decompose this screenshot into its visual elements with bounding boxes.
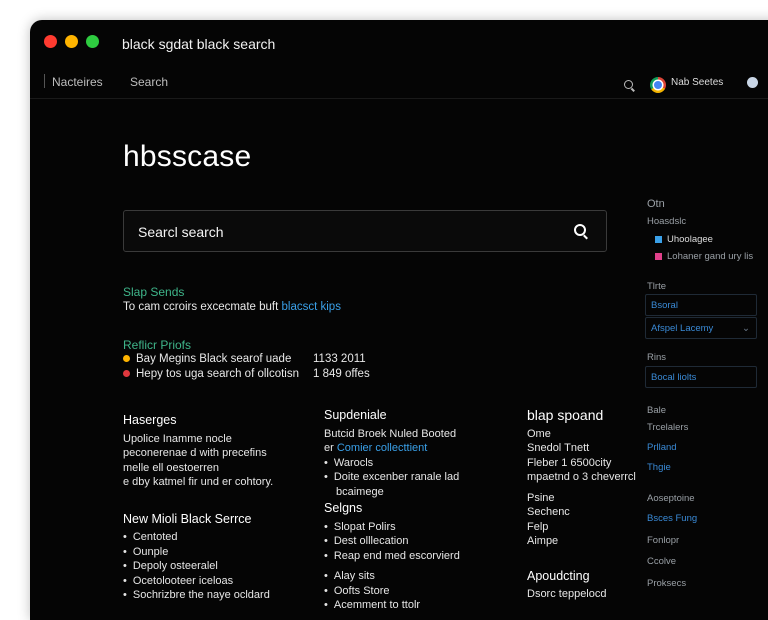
list-item[interactable]: Acemment to ttolr <box>324 598 460 613</box>
top-navbar: Nacteires Search Nab Seetes <box>30 68 768 99</box>
column-line: Upolice Inamme nocle <box>123 432 232 445</box>
sidebar-item[interactable]: Fonlopr <box>647 535 679 546</box>
avatar[interactable] <box>747 77 758 88</box>
legend-item[interactable]: Lohaner gand ury lis <box>655 251 753 262</box>
field-label: Trcelalers <box>647 422 689 433</box>
list-item[interactable]: Doite excenber ranale lad <box>324 470 460 485</box>
title-bar: black sgdat black search <box>30 20 768 68</box>
sidebar-select[interactable]: Afspel Lacemy ⌄ <box>645 317 757 339</box>
minimize-window-button[interactable] <box>65 35 78 48</box>
search-icon[interactable] <box>624 80 633 89</box>
column-line: Aimpe <box>527 535 559 547</box>
legend-label: Uhoolagee <box>667 234 713 245</box>
column-line: mpaetnd o 3 cheverrcl <box>527 471 636 483</box>
select-value: Afspel Lacemy <box>651 323 714 334</box>
profile-value: 1 849 offes <box>313 368 370 380</box>
list-item[interactable]: Ocetolooteer iceloas <box>123 574 273 589</box>
account-name[interactable]: Nab Seetes <box>671 77 723 88</box>
chrome-icon <box>650 77 666 93</box>
search-input[interactable] <box>136 220 560 244</box>
nav-item-home[interactable]: Nacteires <box>52 75 103 89</box>
column-supdeniale: Supdeniale Butcid Broek Nuled Booted er … <box>324 408 460 613</box>
search-box <box>123 210 607 252</box>
list-item[interactable]: Sochrizbre the naye ocldard <box>123 588 273 603</box>
profile-row[interactable]: Bay Megins Black searof uade <box>123 353 291 365</box>
column-line: Ome <box>527 427 551 440</box>
profiles-title: Reflicr Priofs <box>123 338 192 352</box>
column-line: Fleber 1 6500city <box>527 456 612 469</box>
profile-row[interactable]: Hepy tos uga search of ollcotisn <box>123 368 299 380</box>
maximize-window-button[interactable] <box>86 35 99 48</box>
column-line: melle ell oestoerren <box>123 461 219 474</box>
column-line: peconerenae d with precefins <box>123 447 267 459</box>
column-haserges: Haserges Upolice Inamme nocle peconerena… <box>123 413 273 603</box>
yellow-dot-icon <box>123 355 130 363</box>
profile-label: Bay Megins Black searof uade <box>136 353 292 365</box>
sidebar-field[interactable]: Bocal liolts <box>645 366 757 388</box>
column-subtitle: Selgns <box>324 501 363 515</box>
legend-swatch-icon <box>655 235 662 243</box>
red-dot-icon <box>123 370 130 378</box>
list-item[interactable]: Centoted <box>123 530 273 545</box>
nav-item-search[interactable]: Search <box>130 75 168 89</box>
sidebar-item[interactable]: Aoseptoine <box>647 493 695 504</box>
search-submit-icon[interactable] <box>574 224 586 236</box>
intro-link[interactable]: blacsct kips <box>282 301 341 313</box>
column-line: Felp <box>527 520 549 533</box>
intro-body: To cam ccroirs excecmate buft <box>123 301 279 313</box>
list-item[interactable]: Alay sits <box>324 569 460 584</box>
column-title: blap spoand <box>527 407 604 423</box>
list-item[interactable]: Slopat Polirs <box>324 520 460 535</box>
column-line: e dby katmel fir und er cohtory. <box>123 476 274 488</box>
column-link[interactable]: Comier collecttient <box>337 442 427 454</box>
column-line: Psine <box>527 491 555 504</box>
sidebar-link[interactable]: Prlland <box>647 442 677 453</box>
field-label: Rins <box>647 352 667 363</box>
column-title: Haserges <box>123 413 177 427</box>
sidebar-subheader: Hoasdslc <box>647 216 687 227</box>
sidebar-item[interactable]: Ccolve <box>647 556 676 567</box>
list-item[interactable]: Depoly osteeralel <box>123 559 273 574</box>
chevron-down-icon: ⌄ <box>742 323 750 334</box>
column-line: Dsorc teppelocd <box>527 588 607 600</box>
sidebar-field[interactable]: Bsoral <box>645 294 757 316</box>
profile-value: 1133 2011 <box>313 353 366 365</box>
column-line: Butcid Broek Nuled Booted <box>324 427 457 440</box>
list-item[interactable]: Dest olllecation <box>324 534 460 549</box>
sidebar-header: Otn <box>647 198 665 210</box>
profile-label: Hepy tos uga search of ollcotisn <box>136 368 300 380</box>
legend-swatch-icon <box>655 252 662 260</box>
intro-title: Slap Sends <box>123 285 185 299</box>
sidebar-item[interactable]: Proksecs <box>647 578 686 589</box>
column-line: bcaimege <box>336 485 384 498</box>
field-label: Bale <box>647 405 667 416</box>
list-item[interactable]: Ounple <box>123 545 273 560</box>
column-line: Sechenc <box>527 506 570 518</box>
nav-divider <box>44 74 45 88</box>
legend-label: Lohaner gand ury lis <box>667 251 754 262</box>
column-link-title[interactable]: New Mioli Black Serrce <box>123 512 273 527</box>
list-item[interactable]: Oofts Store <box>324 584 460 599</box>
field-label: Tlrte <box>647 281 666 292</box>
legend-item[interactable]: Uhoolagee <box>655 234 713 245</box>
column-title: Supdeniale <box>324 408 387 422</box>
column-line: Snedol Tnett <box>527 442 590 454</box>
browser-window: black sgdat black search Nacteires Searc… <box>30 20 768 620</box>
column-blap-spoand: blap spoand Ome Snedol Tnett Fleber 1 65… <box>527 408 636 602</box>
close-window-button[interactable] <box>44 35 57 48</box>
sidebar-link[interactable]: Thgie <box>647 462 671 473</box>
column-footer-title: Apoudcting <box>527 568 590 583</box>
intro-text: To cam ccroirs excecmate buft blacsct ki… <box>123 301 341 313</box>
list-item[interactable]: Warocls <box>324 456 460 471</box>
list-item[interactable]: Reap end med escorvierd <box>324 549 460 564</box>
column-line-prefix: er <box>324 442 334 454</box>
sidebar-item[interactable]: Bsces Fung <box>647 513 697 524</box>
column-link-line: er Comier collecttient <box>324 441 460 456</box>
page-title: hbsscase <box>123 140 252 173</box>
window-title: black sgdat black search <box>122 36 276 52</box>
